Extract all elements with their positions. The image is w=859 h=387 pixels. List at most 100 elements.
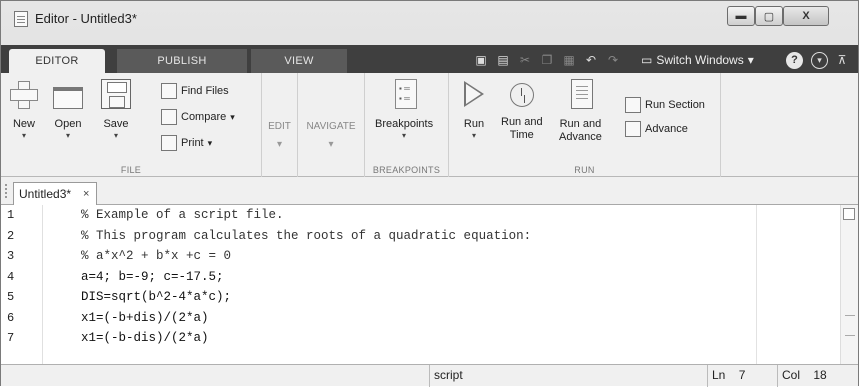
code-line[interactable]: % Example of a script file. — [81, 205, 751, 226]
navigate-group-label: NAVIGATE — [306, 121, 356, 132]
play-icon — [459, 79, 489, 109]
print-button[interactable]: Print ▾ — [161, 135, 212, 151]
status-line: Ln 7 — [707, 365, 777, 387]
advance-label: Advance — [645, 123, 688, 135]
scroll-indicator-box — [843, 208, 855, 220]
advance-button[interactable]: Advance — [625, 121, 688, 137]
redo-icon[interactable]: ↷ — [605, 52, 621, 68]
vertical-scrollbar[interactable] — [840, 205, 858, 364]
code-editor[interactable]: 1 2 3 4 5 6 7 % Example of a script file.% Thi… — [1, 205, 858, 364]
chevron-down-icon: ▾ — [471, 131, 476, 140]
run-and-advance-label: Run and Advance — [559, 118, 602, 143]
code-line[interactable]: % This program calculates the roots of a… — [81, 226, 751, 247]
quick-access-toolbar: ▣ ▤ ✂ ❐ ▦ ↶ ↷ — [473, 49, 621, 71]
paste-icon[interactable]: ▦ — [561, 52, 577, 68]
switch-windows-icon: ▭ — [641, 53, 653, 67]
quick-save-as-icon[interactable]: ▣ — [473, 52, 489, 68]
col-label: Col — [782, 368, 801, 382]
line-value: 7 — [738, 368, 746, 382]
save-label: Save — [103, 118, 129, 130]
line-number: 5 — [7, 290, 15, 304]
chevron-down-icon: ▾ — [747, 53, 754, 67]
help-button[interactable]: ? — [786, 52, 803, 69]
line-number-gutter: 1 2 3 4 5 6 7 — [1, 205, 43, 364]
document-tab-untitled3[interactable]: Untitled3* × — [13, 182, 97, 205]
chevron-down-icon: ▾ — [230, 111, 235, 122]
run-label: Run — [463, 118, 485, 130]
line-number: 6 — [7, 310, 15, 325]
drag-grip-icon[interactable] — [5, 184, 9, 198]
code-text-area[interactable]: % Example of a script file.% This progra… — [81, 205, 751, 349]
run-and-time-button[interactable]: Run and Time — [501, 79, 543, 142]
run-group-label: RUN — [574, 165, 595, 175]
compare-label: Compare — [181, 111, 227, 123]
chevron-down-icon: ▾ — [328, 139, 334, 150]
code-line[interactable]: x1=(-b+dis)/(2*a) — [81, 308, 751, 329]
run-group: Run ▾ Run and Time Run and Advance Run S… — [449, 73, 721, 177]
ribbon-tab-strip: EDITOR PUBLISH VIEW ▣ ▤ ✂ ❐ ▦ ↶ ↷ ▭ Swit… — [1, 45, 858, 73]
quick-save-icon[interactable]: ▤ — [495, 52, 511, 68]
chevron-down-icon: ▾ — [402, 131, 407, 140]
run-section-icon — [625, 97, 641, 113]
undo-icon[interactable]: ↶ — [583, 52, 599, 68]
print-label: Print — [181, 137, 204, 149]
line-label: Ln — [712, 368, 726, 382]
navigate-group[interactable]: NAVIGATE ▾ — [298, 73, 365, 177]
run-button[interactable]: Run ▾ — [459, 79, 489, 140]
line-number: 3 — [7, 249, 15, 263]
close-tab-icon[interactable]: × — [83, 188, 89, 200]
copy-icon[interactable]: ❐ — [539, 52, 555, 68]
line-number: 1 — [7, 208, 15, 222]
find-files-button[interactable]: Find Files — [161, 83, 229, 99]
run-section-button[interactable]: Run Section — [625, 97, 705, 113]
ribbon-toolstrip: New ▾ Open ▾ Save ▾ Find Files Compare ▾ — [1, 73, 858, 177]
options-menu-button[interactable]: ▾ — [811, 52, 828, 69]
new-button[interactable]: New ▾ — [9, 79, 39, 140]
save-icon — [101, 79, 131, 109]
breakpoints-button[interactable]: Breakpoints ▾ — [375, 79, 433, 140]
line-number: 7 — [7, 331, 15, 345]
tab-editor[interactable]: EDITOR — [9, 49, 105, 73]
document-tab-label: Untitled3* — [19, 187, 72, 201]
col-value: 18 — [813, 368, 827, 382]
new-label: New — [12, 118, 35, 130]
editor-window: Editor - Untitled3* ▬ ▢ X EDITOR PUBLISH… — [0, 0, 859, 387]
line-number: 2 — [7, 228, 15, 243]
folder-icon — [53, 87, 83, 109]
status-bar: script Ln 7 Col 18 — [1, 364, 858, 387]
document-tab-bar: Untitled3* × — [1, 177, 858, 205]
new-icon — [9, 79, 39, 109]
tab-publish[interactable]: PUBLISH — [117, 49, 247, 73]
minimize-button[interactable]: ▬ — [727, 6, 755, 26]
warning-mark[interactable] — [845, 315, 855, 316]
chevron-down-icon: ▾ — [65, 131, 70, 140]
compare-button[interactable]: Compare ▾ — [161, 109, 235, 125]
cut-icon[interactable]: ✂ — [517, 52, 533, 68]
clock-icon — [509, 83, 534, 107]
run-and-advance-button[interactable]: Run and Advance — [559, 79, 602, 144]
breakpoints-icon — [395, 79, 418, 109]
editor-app-icon — [14, 11, 28, 27]
chevron-down-icon: ▾ — [207, 137, 213, 148]
file-group-label: FILE — [120, 165, 142, 175]
edit-group[interactable]: EDIT ▾ — [262, 73, 298, 177]
warning-mark[interactable] — [845, 335, 855, 336]
minimize-toolstrip-button[interactable]: ⊼ — [835, 51, 849, 69]
tab-view[interactable]: VIEW — [251, 49, 347, 73]
maximize-button[interactable]: ▢ — [755, 6, 783, 26]
code-line[interactable]: % a*x^2 + b*x +c = 0 — [81, 246, 751, 267]
run-and-time-label: Run and Time — [501, 116, 543, 141]
close-button[interactable]: X — [783, 6, 829, 26]
breakpoints-group-label: BREAKPOINTS — [372, 165, 441, 175]
chevron-down-icon: ▾ — [276, 139, 283, 150]
compare-icon — [161, 109, 177, 125]
code-line[interactable]: x1=(-b-dis)/(2*a) — [81, 328, 751, 349]
advance-icon — [625, 121, 641, 137]
edit-group-label: EDIT — [268, 121, 291, 132]
switch-windows-button[interactable]: ▭ Switch Windows ▾ — [641, 49, 754, 71]
find-files-label: Find Files — [181, 85, 229, 97]
save-button[interactable]: Save ▾ — [101, 79, 131, 140]
open-button[interactable]: Open ▾ — [53, 79, 83, 140]
code-line[interactable]: a=4; b=-9; c=-17.5; — [81, 267, 751, 288]
code-line[interactable]: DIS=sqrt(b^2-4*a*c); — [81, 287, 751, 308]
